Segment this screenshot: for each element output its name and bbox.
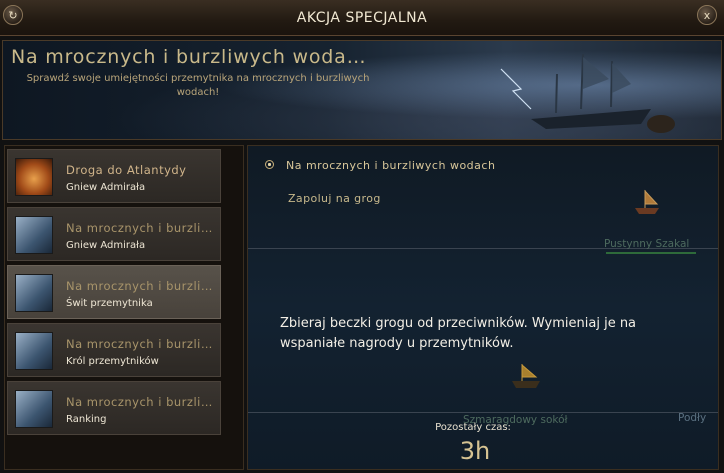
ship-icon xyxy=(15,216,53,254)
event-name: Na mrocznych i burzli… xyxy=(66,279,213,293)
event-name: Droga do Atlantydy xyxy=(66,163,187,177)
event-name: Na mrocznych i burzli… xyxy=(66,337,213,351)
banner-subtitle: Sprawdź swoje umiejętności przemytnika n… xyxy=(26,73,370,98)
event-name: Na mrocznych i burzli… xyxy=(66,221,213,235)
event-item-droga-do-atlantydy[interactable]: Droga do Atlantydy Gniew Admirała xyxy=(7,149,221,203)
event-subtitle: Ranking xyxy=(66,414,107,425)
event-subtitle: Gniew Admirała xyxy=(66,182,146,193)
timer-label: Pozostały czas: xyxy=(435,422,511,433)
event-item-gniew-admirala[interactable]: Na mrocznych i burzli… Gniew Admirała xyxy=(7,207,221,261)
map-ship-icon xyxy=(512,363,540,388)
ship-icon xyxy=(15,332,53,370)
event-list: Droga do Atlantydy Gniew Admirała Na mro… xyxy=(4,145,244,470)
map-ship-icon xyxy=(635,189,659,214)
ship-icon xyxy=(15,274,53,312)
radio-bullet-icon[interactable] xyxy=(265,160,274,169)
ship-icon xyxy=(15,390,53,428)
window-titlebar: ↻ AKCJA SPECJALNA x xyxy=(0,0,724,36)
quest-section: Na mrocznych i burzliwych wodach Zapoluj… xyxy=(248,146,718,254)
quest-description: Zbieraj beczki grogu od przeciwników. Wy… xyxy=(280,316,637,351)
atlantis-icon xyxy=(15,158,53,196)
event-banner: Na mrocznych i burzliwych woda… Sprawdź … xyxy=(2,40,722,140)
timer-value: 3h xyxy=(459,437,491,465)
map-label-pustynny-szakal: Pustynny Szakal xyxy=(604,238,690,250)
event-name: Na mrocznych i burzli… xyxy=(66,395,213,409)
event-item-swit-przemytnika[interactable]: Na mrocznych i burzli… Świt przemytnika xyxy=(7,265,221,319)
quest-detail-panel: Na mrocznych i burzliwych wodach Zapoluj… xyxy=(247,145,719,470)
quest-main-title[interactable]: Na mrocznych i burzliwych wodach xyxy=(286,159,495,172)
event-subtitle: Król przemytników xyxy=(66,356,159,367)
ghost-ship-illustration xyxy=(500,53,675,133)
event-item-ranking[interactable]: Na mrocznych i burzli… Ranking xyxy=(7,381,221,435)
event-item-krol-przemytnikow[interactable]: Na mrocznych i burzli… Król przemytników xyxy=(7,323,221,377)
map-hp-bar xyxy=(606,252,696,254)
quest-subtitle: Zapoluj na grog xyxy=(288,192,381,205)
close-button[interactable]: x xyxy=(697,5,717,25)
event-subtitle: Gniew Admirała xyxy=(66,240,146,251)
window-title: AKCJA SPECJALNA xyxy=(296,10,428,26)
event-subtitle: Świt przemytnika xyxy=(66,298,153,309)
timer-section: Pozostały czas: 3h xyxy=(248,412,718,470)
banner-title: Na mrocznych i burzliwych woda… xyxy=(11,46,367,68)
